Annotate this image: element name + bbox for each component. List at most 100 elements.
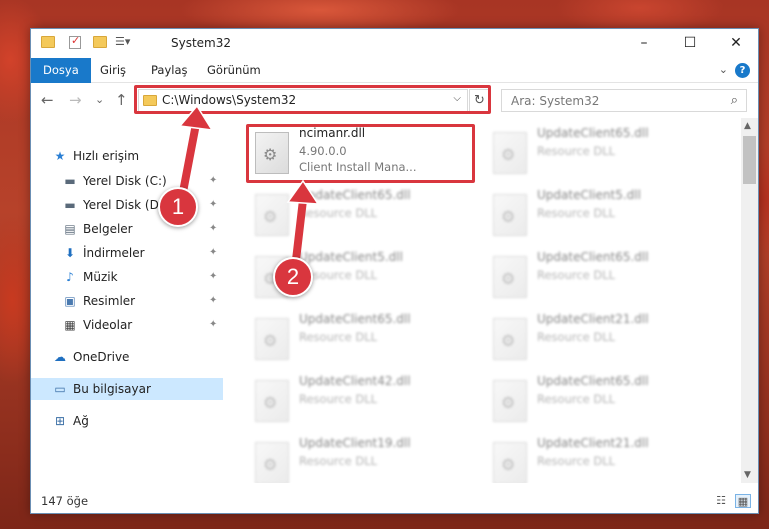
dll-file-icon bbox=[255, 132, 289, 174]
search-placeholder: Ara: System32 bbox=[511, 94, 600, 108]
sidebar-item-label: Müzik bbox=[83, 270, 118, 284]
search-icon[interactable]: ⌕ bbox=[731, 93, 738, 108]
dll-file-icon bbox=[493, 194, 527, 236]
folder-icon bbox=[41, 36, 55, 48]
scroll-up-icon[interactable]: ▲ bbox=[744, 121, 751, 131]
computer-icon: ▭ bbox=[54, 382, 66, 396]
file-tile[interactable]: UpdateClient65.dll Resource DLL bbox=[249, 186, 479, 242]
file-detail: Resource DLL bbox=[537, 330, 616, 344]
file-tile[interactable]: UpdateClient5.dll Resource DLL bbox=[487, 186, 717, 242]
pin-icon[interactable]: ✦ bbox=[209, 290, 217, 312]
tab-share[interactable]: Paylaş bbox=[139, 58, 200, 83]
pin-icon[interactable]: ✦ bbox=[209, 194, 217, 216]
forward-icon[interactable]: → bbox=[69, 91, 82, 109]
dll-file-icon bbox=[493, 380, 527, 422]
refresh-icon[interactable]: ↻ bbox=[469, 89, 490, 112]
file-tile[interactable]: UpdateClient65.dll Resource DLL bbox=[487, 248, 717, 304]
music-icon: ♪ bbox=[66, 270, 74, 284]
sidebar-item-label: Yerel Disk (C:) bbox=[83, 174, 167, 188]
file-detail: Resource DLL bbox=[537, 206, 616, 220]
ribbon-tabs: Dosya Giriş Paylaş Görünüm ⌄ ? bbox=[31, 58, 758, 83]
file-name: UpdateClient5.dll bbox=[299, 250, 403, 264]
dll-file-icon bbox=[255, 442, 289, 483]
address-path[interactable]: C:\Windows\System32 bbox=[162, 93, 296, 107]
drive-icon: ▬ bbox=[64, 198, 76, 212]
file-name: UpdateClient19.dll bbox=[299, 436, 411, 450]
search-input[interactable]: Ara: System32 ⌕ bbox=[501, 89, 747, 112]
back-icon[interactable]: ← bbox=[41, 91, 54, 109]
up-icon[interactable]: ↑ bbox=[115, 91, 128, 109]
file-tile[interactable]: UpdateClient21.dll Resource DLL bbox=[487, 434, 717, 483]
tab-home[interactable]: Giriş bbox=[88, 58, 138, 83]
file-detail: Resource DLL bbox=[299, 454, 378, 468]
status-bar: 147 öğe ☷ ▦ bbox=[31, 489, 758, 513]
pin-icon[interactable]: ✦ bbox=[209, 266, 217, 288]
dll-file-icon bbox=[255, 194, 289, 236]
address-bar[interactable]: C:\Windows\System32 ⌵ bbox=[138, 89, 468, 112]
properties-icon[interactable]: ✓ bbox=[69, 34, 81, 49]
maximize-button[interactable]: ☐ bbox=[667, 29, 713, 58]
sidebar-item[interactable]: ▭ Bu bilgisayar bbox=[31, 378, 223, 400]
file-name: UpdateClient5.dll bbox=[537, 188, 641, 202]
file-detail: Resource DLL bbox=[537, 268, 616, 282]
sidebar-item[interactable]: ★ Hızlı erişim bbox=[31, 145, 223, 167]
download-icon: ⬇ bbox=[64, 246, 76, 260]
sidebar-item[interactable]: ⬇ İndirmeler ✦ bbox=[31, 242, 223, 264]
chevron-down-icon[interactable]: ⌄ bbox=[719, 63, 728, 76]
file-name: UpdateClient21.dll bbox=[537, 312, 649, 326]
sidebar-item-label: Yerel Disk (D:) bbox=[83, 198, 168, 212]
sidebar-item[interactable]: ☁ OneDrive bbox=[31, 346, 223, 368]
explorer-window: ✓ ☰▾ System32 – ☐ ✕ Dosya Giriş Paylaş G… bbox=[30, 28, 759, 514]
scroll-thumb[interactable] bbox=[743, 136, 756, 184]
sidebar-item[interactable]: ▣ Resimler ✦ bbox=[31, 290, 223, 312]
file-tile[interactable]: UpdateClient19.dll Resource DLL bbox=[249, 434, 479, 483]
sidebar-item[interactable]: ▤ Belgeler ✦ bbox=[31, 218, 223, 240]
file-detail: Resource DLL bbox=[537, 392, 616, 406]
file-name: UpdateClient21.dll bbox=[537, 436, 649, 450]
file-detail: 4.90.0.0 bbox=[299, 144, 347, 158]
file-tile[interactable]: UpdateClient65.dll Resource DLL bbox=[249, 310, 479, 366]
close-button[interactable]: ✕ bbox=[713, 29, 759, 58]
new-folder-icon[interactable] bbox=[93, 36, 107, 48]
file-name: ncimanr.dll bbox=[299, 126, 366, 140]
file-tile[interactable]: UpdateClient65.dll Resource DLL bbox=[487, 124, 717, 180]
dll-file-icon bbox=[493, 318, 527, 360]
sidebar-item[interactable]: ▬ Yerel Disk (C:) ✦ bbox=[31, 170, 223, 192]
dll-file-icon bbox=[493, 442, 527, 483]
documents-icon: ▤ bbox=[64, 222, 76, 236]
recent-locations-icon[interactable]: ⌄ bbox=[95, 93, 104, 106]
pin-icon[interactable]: ✦ bbox=[209, 242, 217, 264]
details-view-icon[interactable]: ☷ bbox=[713, 494, 729, 508]
file-name: UpdateClient65.dll bbox=[299, 312, 411, 326]
dll-file-icon bbox=[493, 132, 527, 174]
pin-icon[interactable]: ✦ bbox=[209, 218, 217, 240]
callout-step-1: 1 bbox=[158, 187, 198, 227]
file-list: ncimanr.dll 4.90.0.0 Client Install Mana..… bbox=[225, 118, 745, 483]
file-tile[interactable]: ncimanr.dll 4.90.0.0 Client Install Mana..… bbox=[249, 124, 479, 180]
pin-icon[interactable]: ✦ bbox=[209, 314, 217, 336]
tab-view[interactable]: Görünüm bbox=[195, 58, 273, 83]
customize-toolbar-icon[interactable]: ☰▾ bbox=[115, 35, 130, 48]
help-icon[interactable]: ? bbox=[735, 63, 750, 78]
sidebar-item-label: Hızlı erişim bbox=[73, 149, 140, 163]
sidebar-item[interactable]: ▦ Videolar ✦ bbox=[31, 314, 223, 336]
file-description: Client Install Mana... bbox=[299, 160, 417, 174]
drive-icon: ▬ bbox=[64, 174, 76, 188]
pictures-icon: ▣ bbox=[64, 294, 76, 308]
tab-file[interactable]: Dosya bbox=[31, 58, 91, 83]
chevron-down-icon[interactable]: ⌵ bbox=[453, 93, 461, 104]
file-tile[interactable]: UpdateClient21.dll Resource DLL bbox=[487, 310, 717, 366]
scroll-down-icon[interactable]: ▼ bbox=[744, 470, 751, 480]
sidebar-item[interactable]: ♪ Müzik ✦ bbox=[31, 266, 223, 288]
vertical-scrollbar[interactable]: ▲ ▼ bbox=[741, 118, 758, 483]
file-name: UpdateClient65.dll bbox=[537, 374, 649, 388]
tiles-view-icon[interactable]: ▦ bbox=[735, 494, 751, 508]
file-tile[interactable]: UpdateClient65.dll Resource DLL bbox=[487, 372, 717, 428]
file-tile[interactable]: UpdateClient42.dll Resource DLL bbox=[249, 372, 479, 428]
dll-file-icon bbox=[255, 318, 289, 360]
minimize-button[interactable]: – bbox=[621, 29, 667, 58]
pin-icon[interactable]: ✦ bbox=[209, 170, 217, 192]
file-detail: Resource DLL bbox=[299, 330, 378, 344]
navigation-pane: ★ Hızlı erişim ▬ Yerel Disk (C:) ✦ ▬ Yerel Dis… bbox=[31, 118, 223, 483]
sidebar-item[interactable]: ⊞ Ağ bbox=[31, 410, 223, 432]
